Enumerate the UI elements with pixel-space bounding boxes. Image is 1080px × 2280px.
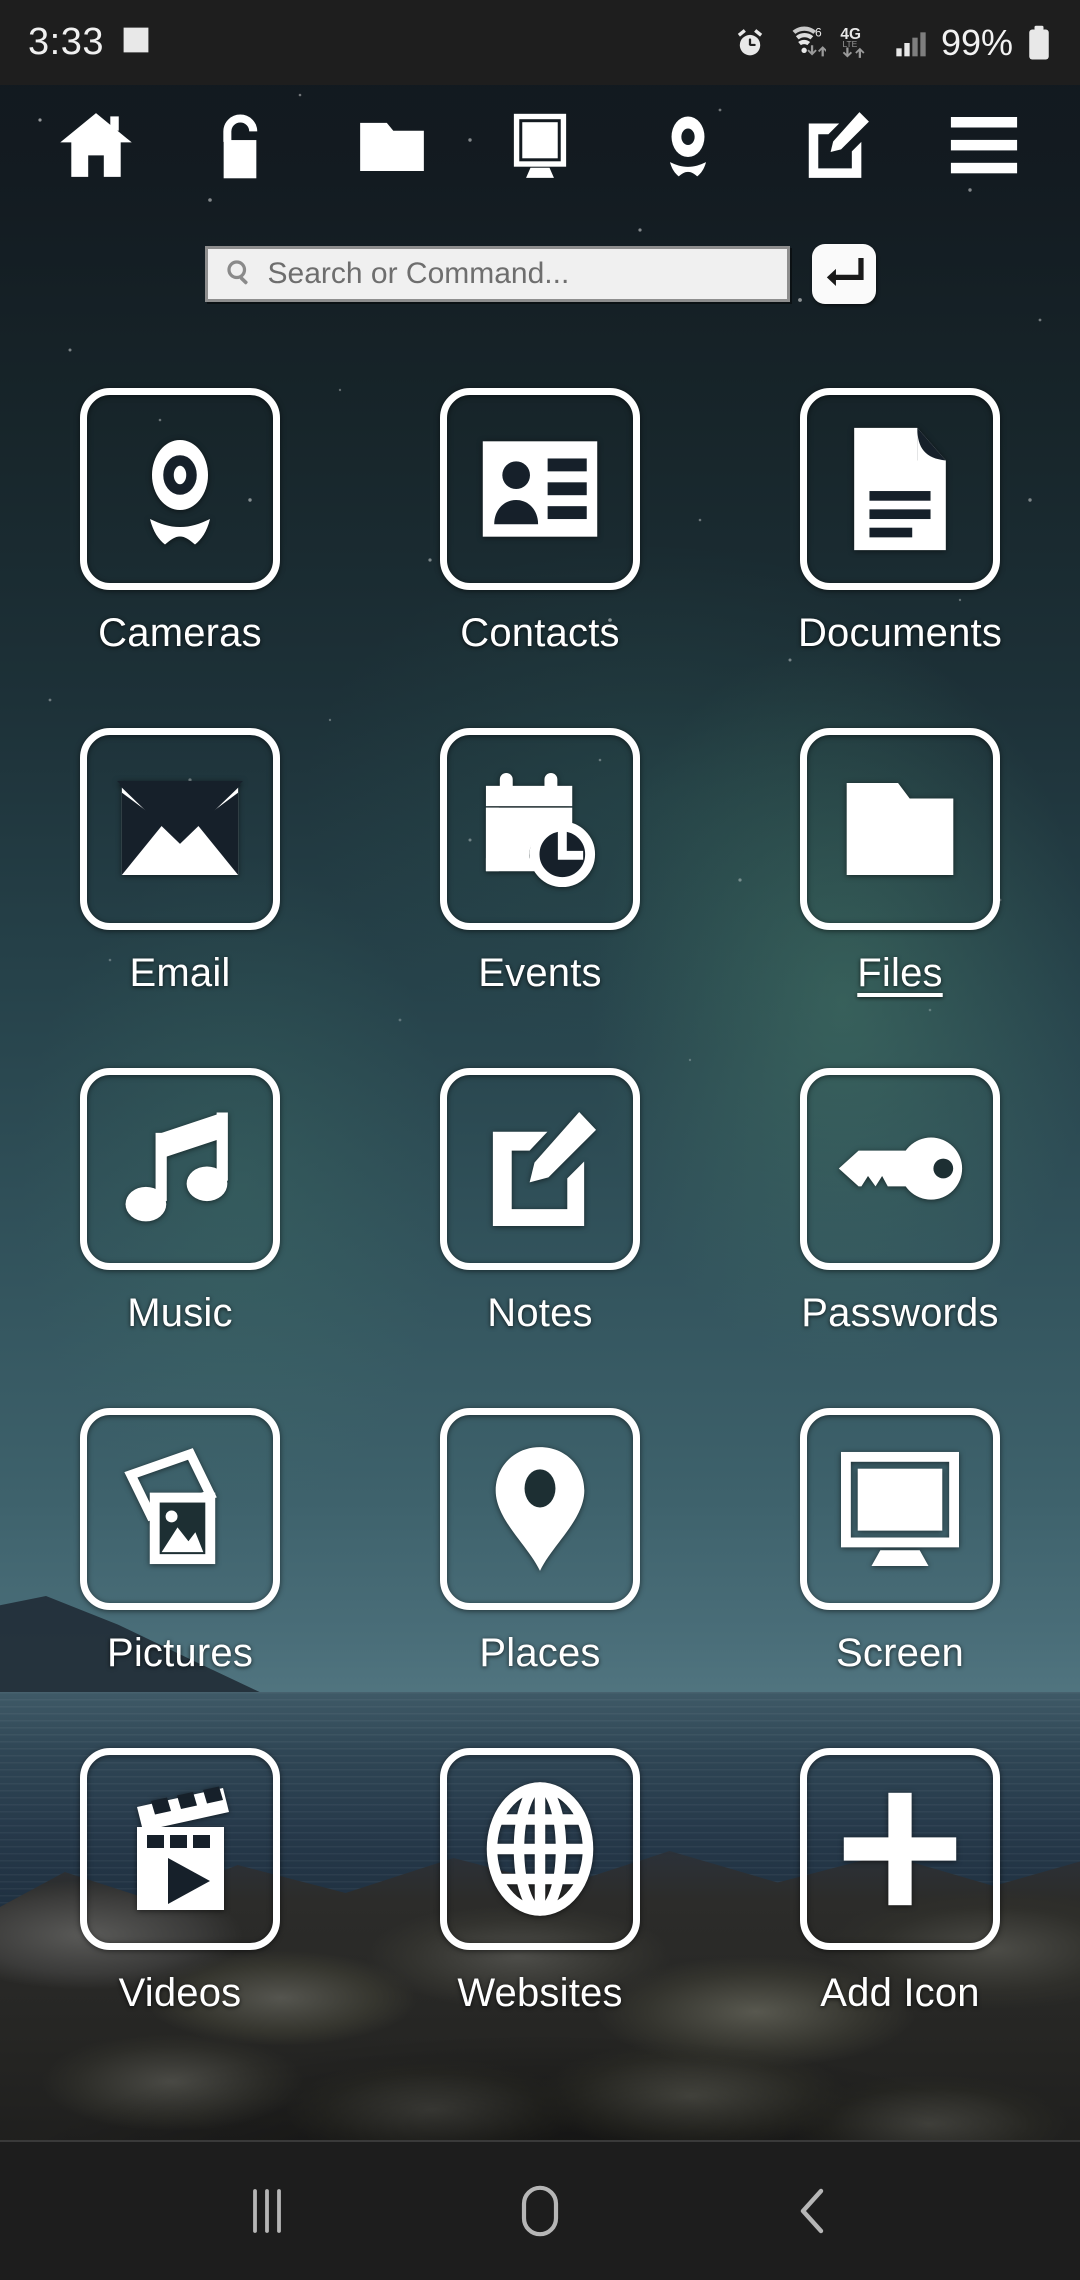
calendar-clock-icon xyxy=(485,772,596,888)
app-label: Cameras xyxy=(98,611,262,655)
app-tile[interactable] xyxy=(800,1408,1000,1610)
app-tile[interactable] xyxy=(440,728,640,930)
app-pictures[interactable]: Pictures xyxy=(30,1390,330,1730)
folder-icon[interactable] xyxy=(340,93,444,197)
clock-time: 3:33 xyxy=(28,21,104,63)
app-label: Places xyxy=(479,1631,601,1675)
app-tile[interactable] xyxy=(800,388,1000,590)
app-label: Screen xyxy=(836,1631,964,1675)
status-bar: 3:33 6 4G LTE 99% xyxy=(0,0,1080,85)
app-label: Events xyxy=(478,951,602,995)
svg-text:6: 6 xyxy=(815,26,822,40)
home-icon[interactable] xyxy=(44,93,148,197)
webcam-icon[interactable] xyxy=(636,93,740,197)
monitor-screen-icon xyxy=(841,1451,959,1567)
app-label: Websites xyxy=(457,1971,623,2015)
app-tile[interactable] xyxy=(80,728,280,930)
phone-screen: 3:33 6 4G LTE 99% Search or Command... C… xyxy=(0,0,1080,2280)
battery-full-icon xyxy=(1026,25,1052,61)
app-events[interactable]: Events xyxy=(390,710,690,1050)
app-label: Music xyxy=(127,1291,233,1335)
document-page-icon xyxy=(854,427,946,551)
music-note-icon xyxy=(125,1112,228,1222)
photos-stack-icon xyxy=(124,1448,217,1565)
monitor-screen-icon[interactable] xyxy=(488,93,592,197)
app-screen[interactable]: Screen xyxy=(750,1390,1050,1730)
mobile-data-4g-lte-icon: 4G LTE xyxy=(839,26,881,60)
app-label: Videos xyxy=(118,1971,242,2015)
search-input-text[interactable]: Search or Command... xyxy=(268,257,771,291)
app-tile[interactable] xyxy=(440,1068,640,1270)
app-add-icon[interactable]: Add Icon xyxy=(750,1730,1050,2070)
app-tile[interactable] xyxy=(800,1068,1000,1270)
app-contacts[interactable]: Contacts xyxy=(390,370,690,710)
top-toolbar xyxy=(0,85,1080,205)
status-bar-right: 6 4G LTE 99% xyxy=(733,22,1052,64)
app-label: Files xyxy=(857,951,943,995)
status-bar-left: 3:33 xyxy=(28,21,152,64)
app-passwords[interactable]: Passwords xyxy=(750,1050,1050,1390)
app-files[interactable]: Files xyxy=(750,710,1050,1050)
app-label: Add Icon xyxy=(820,1971,980,2015)
search-submit-button[interactable] xyxy=(811,244,876,304)
app-tile[interactable] xyxy=(440,388,640,590)
app-tile[interactable] xyxy=(80,1068,280,1270)
note-edit-icon[interactable] xyxy=(784,93,888,197)
app-grid: Cameras Contacts Documents Email Events … xyxy=(0,370,1080,2070)
app-documents[interactable]: Documents xyxy=(750,370,1050,710)
alarm-clock-icon xyxy=(733,26,767,60)
folder-icon xyxy=(846,782,954,876)
app-tile[interactable] xyxy=(80,1748,280,1950)
app-cameras[interactable]: Cameras xyxy=(30,370,330,710)
app-tile[interactable] xyxy=(440,1408,640,1610)
search-icon xyxy=(224,257,254,292)
clapperboard-play-icon xyxy=(137,1786,229,1910)
app-videos[interactable]: Videos xyxy=(30,1730,330,2070)
wifi-6-icon: 6 xyxy=(780,26,826,60)
hamburger-menu-icon[interactable] xyxy=(932,93,1036,197)
app-tile[interactable] xyxy=(800,728,1000,930)
gallery-image-icon xyxy=(120,24,152,61)
unlock-padlock-icon[interactable] xyxy=(192,93,296,197)
app-tile[interactable] xyxy=(800,1748,1000,1950)
key-icon xyxy=(838,1137,963,1200)
plus-icon xyxy=(843,1792,957,1906)
back-icon[interactable] xyxy=(758,2156,868,2266)
svg-text:LTE: LTE xyxy=(842,38,857,48)
system-nav-bar xyxy=(0,2140,1080,2280)
app-label: Documents xyxy=(797,611,1003,655)
note-edit-icon xyxy=(492,1111,597,1227)
globe-icon xyxy=(486,1782,594,1916)
app-label: Email xyxy=(129,951,231,995)
envelope-icon xyxy=(117,780,243,876)
app-music[interactable]: Music xyxy=(30,1050,330,1390)
app-notes[interactable]: Notes xyxy=(390,1050,690,1390)
home-button-icon[interactable] xyxy=(485,2156,595,2266)
battery-percent-label: 99% xyxy=(940,21,1013,63)
app-tile[interactable] xyxy=(440,1748,640,1950)
enter-return-icon xyxy=(823,251,865,298)
app-label: Notes xyxy=(487,1291,593,1335)
app-label: Passwords xyxy=(801,1291,999,1335)
app-places[interactable]: Places xyxy=(390,1390,690,1730)
recents-icon[interactable] xyxy=(212,2156,322,2266)
app-websites[interactable]: Websites xyxy=(390,1730,690,2070)
webcam-icon xyxy=(150,440,210,545)
app-label: Pictures xyxy=(106,1631,254,1675)
contact-card-icon xyxy=(482,441,598,537)
app-tile[interactable] xyxy=(80,388,280,590)
cellular-signal-icon xyxy=(894,27,928,59)
map-pin-icon xyxy=(495,1447,585,1571)
app-tile[interactable] xyxy=(80,1408,280,1610)
search-input[interactable]: Search or Command... xyxy=(204,246,790,302)
search-row: Search or Command... xyxy=(0,238,1080,310)
app-email[interactable]: Email xyxy=(30,710,330,1050)
app-label: Contacts xyxy=(460,611,620,655)
